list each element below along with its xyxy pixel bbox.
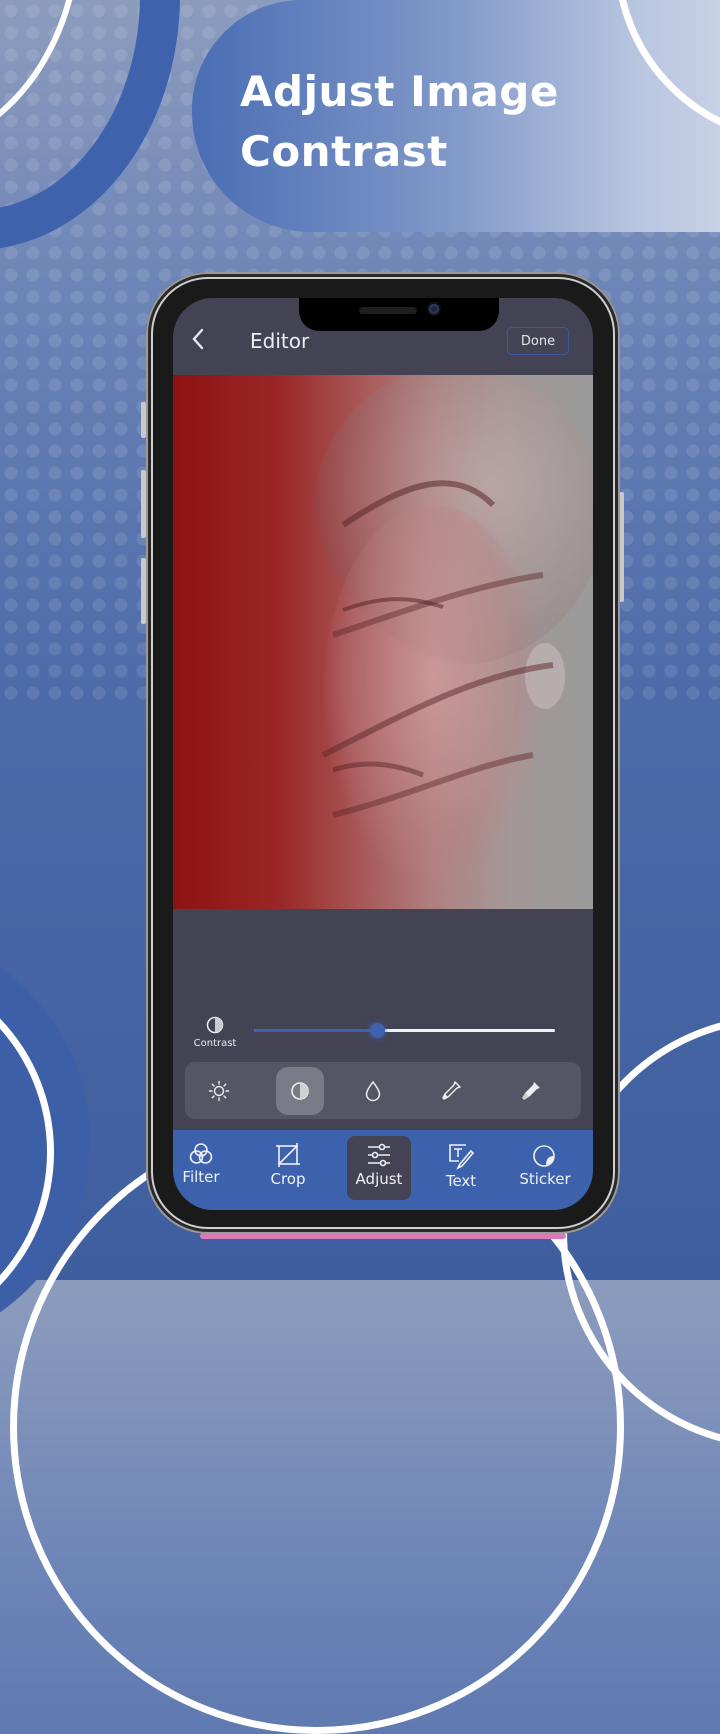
phone-camera: [429, 304, 439, 314]
flashlight-icon: [522, 1082, 540, 1100]
tool-contrast[interactable]: [276, 1067, 324, 1115]
nav-label: Text: [445, 1172, 477, 1190]
photo-shadow-lines: [321, 480, 554, 818]
nav-adjust[interactable]: Adjust: [347, 1136, 411, 1200]
nav-label: Adjust: [355, 1170, 403, 1188]
contrast-slider-track[interactable]: [254, 1023, 555, 1038]
slider-adjustment-indicator: Contrast: [191, 1016, 239, 1049]
adjust-tool-bar: [185, 1062, 581, 1119]
tool-eyedropper[interactable]: [427, 1067, 475, 1115]
sun-icon: [208, 1080, 230, 1102]
slider-label: Contrast: [193, 1038, 237, 1049]
contrast-slider-row: Contrast: [173, 1010, 593, 1060]
tool-saturation[interactable]: [349, 1067, 397, 1115]
done-button[interactable]: Done: [507, 327, 569, 355]
sliders-icon: [368, 1143, 390, 1167]
droplet-icon: [365, 1080, 381, 1102]
nav-label: Sticker: [519, 1170, 571, 1188]
phone-notch: [299, 298, 499, 331]
sticker-icon: [533, 1145, 555, 1167]
headline-line-1: Adjust Image: [240, 67, 559, 116]
phone-screen: Editor Done Contrast Filter Crop Adjust …: [173, 298, 593, 1210]
eyedropper-icon: [442, 1081, 461, 1100]
tool-highlight[interactable]: [507, 1067, 555, 1115]
nav-label: Filter: [182, 1168, 220, 1186]
text-edit-icon: [449, 1144, 475, 1170]
crop-icon: [276, 1143, 300, 1167]
nav-sticker[interactable]: Sticker: [513, 1136, 577, 1200]
contrast-slider-fill: [254, 1029, 378, 1032]
nav-filter[interactable]: Filter: [173, 1136, 233, 1200]
promo-headline: Adjust Image Contrast: [240, 62, 559, 182]
contrast-icon: [206, 1016, 224, 1034]
filter-circles-icon: [189, 1143, 213, 1164]
tool-brightness[interactable]: [195, 1067, 243, 1115]
headline-line-2: Contrast: [240, 127, 448, 176]
photo-canvas[interactable]: [173, 375, 593, 909]
nav-label: Crop: [270, 1170, 306, 1188]
contrast-icon: [291, 1082, 309, 1100]
bottom-nav: Filter Crop Adjust Text Sticker: [173, 1130, 593, 1210]
nav-crop[interactable]: Crop: [256, 1136, 320, 1200]
nav-text[interactable]: Text: [429, 1136, 493, 1200]
phone-bottom-glow: [200, 1233, 566, 1239]
phone-speaker: [359, 307, 417, 314]
contrast-slider-thumb[interactable]: [370, 1023, 386, 1038]
chevron-left-icon: [192, 328, 204, 350]
editor-title: Editor: [250, 329, 310, 353]
back-button[interactable]: [191, 328, 205, 356]
